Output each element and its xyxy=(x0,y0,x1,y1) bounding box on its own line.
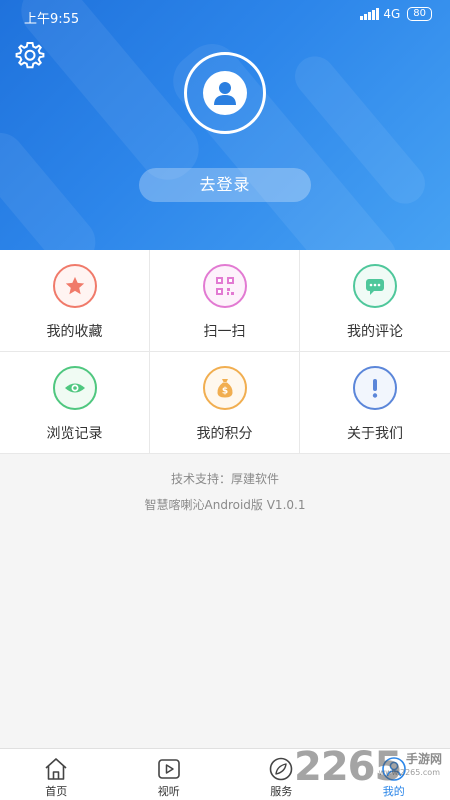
nav-services[interactable]: 服务 xyxy=(225,749,338,800)
nav-label: 服务 xyxy=(270,785,293,798)
profile-header: 上午9:55 4G 80 去登录 xyxy=(0,0,450,250)
menu-item-comments[interactable]: 我的评论 xyxy=(300,250,450,352)
bottom-nav: 首页 视听 服务 我的 xyxy=(0,748,450,800)
status-bar: 上午9:55 4G 80 xyxy=(0,0,450,32)
version-text: 智慧喀喇沁Android版 V1.0.1 xyxy=(144,498,306,512)
menu-grid: 我的收藏 扫一扫 我的评论 浏览记录 $ 我的积分 关于我们 xyxy=(0,250,450,454)
menu-item-label: 我的评论 xyxy=(347,324,403,340)
menu-item-scan[interactable]: 扫一扫 xyxy=(150,250,300,352)
status-time: 上午9:55 xyxy=(24,12,80,27)
status-indicators: 4G 80 xyxy=(360,7,432,21)
menu-item-label: 扫一扫 xyxy=(203,324,246,340)
battery-level: 80 xyxy=(413,8,426,19)
home-icon xyxy=(45,758,67,780)
tech-support-text: 技术支持：厚建软件 xyxy=(170,472,279,486)
nav-media[interactable]: 视听 xyxy=(113,749,226,800)
info-icon xyxy=(353,366,397,410)
menu-item-history[interactable]: 浏览记录 xyxy=(0,352,150,454)
network-label: 4G xyxy=(383,7,401,21)
menu-item-points[interactable]: $ 我的积分 xyxy=(150,352,300,454)
nav-home[interactable]: 首页 xyxy=(0,749,113,800)
money-bag-icon: $ xyxy=(202,366,247,410)
user-icon xyxy=(381,757,406,781)
eye-icon xyxy=(52,366,97,410)
battery-icon: 80 xyxy=(407,7,432,21)
signal-icon xyxy=(360,8,380,20)
menu-item-label: 我的收藏 xyxy=(46,324,103,340)
menu-item-label: 我的积分 xyxy=(196,426,253,442)
svg-text:$: $ xyxy=(221,387,227,397)
menu-item-label: 关于我们 xyxy=(347,426,403,442)
compass-icon xyxy=(269,757,293,781)
nav-mine[interactable]: 我的 xyxy=(338,749,450,800)
login-button[interactable]: 去登录 xyxy=(139,168,311,202)
star-icon xyxy=(52,264,97,308)
nav-label: 视听 xyxy=(157,785,180,798)
menu-item-favorites[interactable]: 我的收藏 xyxy=(0,250,150,352)
gear-icon[interactable] xyxy=(14,39,46,71)
nav-label: 首页 xyxy=(45,785,68,798)
menu-item-about[interactable]: 关于我们 xyxy=(300,352,450,454)
qrcode-icon xyxy=(202,264,247,308)
nav-label: 我的 xyxy=(382,785,405,798)
play-icon xyxy=(157,759,180,779)
menu-item-label: 浏览记录 xyxy=(46,426,103,442)
header-decoration xyxy=(0,122,106,250)
user-icon xyxy=(203,71,247,115)
avatar[interactable] xyxy=(184,52,266,134)
comment-icon xyxy=(353,264,397,308)
